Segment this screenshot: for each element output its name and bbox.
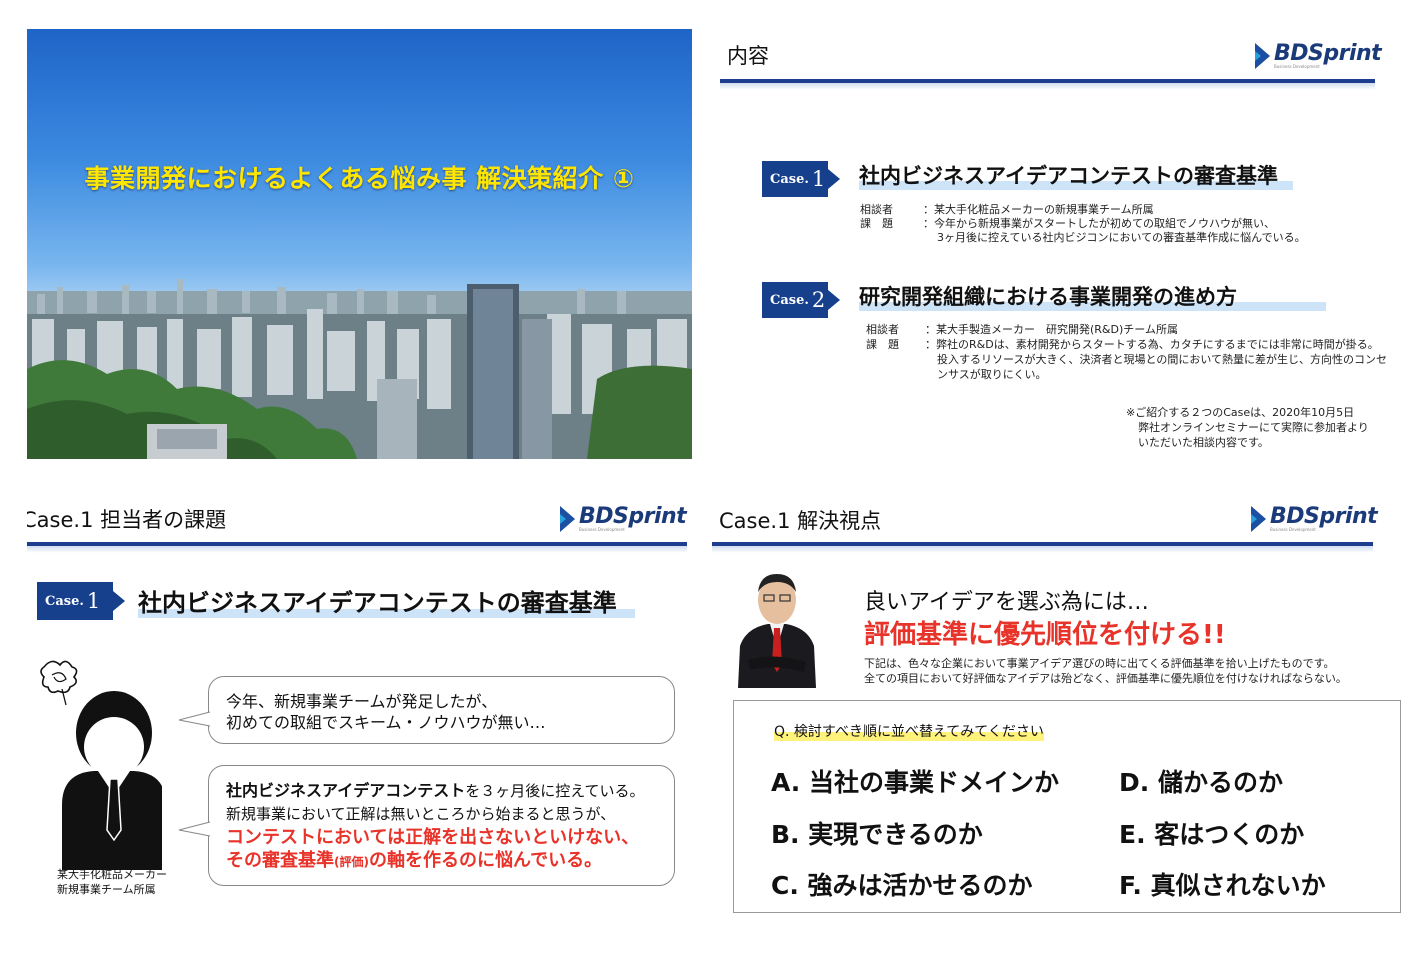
note-line-2: 弊社オンラインセミナーにて実際に参加者より: [1138, 421, 1369, 434]
case-title: 社内ビジネスアイデアコンテストの審査基準: [138, 583, 635, 618]
speech-bubble-1: 今年、新規事業チームが発足したが、 初めての取組でスキーム・ノウハウが無い…: [208, 676, 675, 744]
case-2-header: Case. 2: [762, 282, 840, 318]
option-e: E. 客はつくのか: [1119, 820, 1305, 849]
option-a: A. 当社の事業ドメインか: [771, 768, 1060, 797]
case-2-label-2: 課 題: [866, 338, 899, 351]
logo-arrow-icon: [1255, 43, 1270, 69]
option-d: D. 儲かるのか: [1119, 768, 1283, 797]
logo-arrow-icon: [560, 506, 575, 532]
case-arrow-icon: [113, 591, 125, 611]
header-rule-shadow: [27, 546, 687, 553]
case-1-value-1: ：某大手化粧品メーカーの新規事業チーム所属: [923, 203, 1154, 216]
slide-heading: 内容: [727, 44, 769, 68]
speech-bubble-2: 社内ビジネスアイデアコンテストを３ヶ月後に控えている。 新規事業において正解は無…: [208, 765, 675, 886]
option-b: B. 実現できるのか: [771, 820, 983, 849]
bubble-tail: [178, 711, 211, 727]
lead-text: 良いアイデアを選ぶ為には…: [864, 590, 1149, 615]
case-1-title: 社内ビジネスアイデアコンテストの審査基準: [859, 160, 1293, 190]
option-f: F. 真似されないか: [1119, 871, 1326, 900]
case-2-label-1: 相談者: [866, 323, 899, 336]
bdsprint-logo: BDSprint Business Development: [1251, 506, 1378, 532]
bubble-tail: [178, 821, 211, 837]
description: 下記は、色々な企業において事業アイデア選びの時に出てくる評価基準を拾い上げたもの…: [864, 657, 1347, 685]
consultant-photo: [734, 568, 820, 688]
case-arrow-icon: [828, 169, 840, 189]
case-1-header: Case. 1: [762, 161, 840, 197]
person-caption: 某大手化粧品メーカー 新規事業チーム所属: [57, 868, 167, 896]
case-2-title: 研究開発組織における事業開発の進め方: [859, 281, 1326, 311]
slide-2-contents: 内容 BDSprint Business Development Case. 1 社…: [712, 29, 1402, 459]
case-2-value-1: ：某大手製造メーカー 研究開発(R&D)チーム所属: [925, 323, 1178, 336]
slide-3-challenge: Case.1 担当者の課題 BDSprint Business Developme…: [27, 490, 692, 930]
header-rule-shadow: [712, 546, 1373, 553]
case-1-label-2: 課 題: [860, 217, 893, 230]
case-2-value-2a: ：弊社のR&Dは、素材開発からスタートする為、カタチにするまでには非常に時間が掛…: [925, 338, 1379, 351]
slide-4-solution: Case.1 解決視点 BDSprint Business Development…: [712, 490, 1402, 930]
headline-text: 評価基準に優先順位を付ける!!: [864, 620, 1226, 650]
slide-heading: Case.1 解決視点: [719, 509, 882, 533]
case-arrow-icon: [828, 290, 840, 310]
case-badge: Case. 1: [762, 161, 828, 197]
cover-title: 事業開発におけるよくある悩み事 解決策紹介 ①: [84, 164, 635, 193]
question-panel: Q. 検討すべき順に並べ替えてみてください A. 当社の事業ドメインか B. 実…: [733, 700, 1401, 913]
case-2-value-2b: 投入するリソースが大きく、決済者と現場との間において熱量に差が生じ、方向性のコン…: [937, 353, 1388, 366]
case-badge: Case. 1: [37, 582, 113, 620]
option-c: C. 強みは活かせるのか: [771, 871, 1033, 900]
worried-person-icon: [40, 660, 162, 870]
case-1-label-1: 相談者: [860, 203, 893, 216]
case-badge: Case. 2: [762, 282, 828, 318]
bdsprint-logo: BDSprint Business Development: [1255, 43, 1382, 69]
slide-1-cover: 事業開発におけるよくある悩み事 解決策紹介 ①: [27, 29, 692, 459]
header-rule-shadow: [720, 83, 1375, 90]
note-line-1: ※ご紹介する２つのCaseは、2020年10月5日: [1126, 406, 1355, 419]
case-1-value-2b: 3ヶ月後に控えている社内ビジコンにおいての審査基準作成に悩んでいる。: [937, 231, 1306, 244]
slide-heading: Case.1 担当者の課題: [27, 508, 227, 532]
case-1-value-2a: ：今年から新規事業がスタートしたが初めての取組でノウハウが無い、: [923, 217, 1275, 230]
bdsprint-logo: BDSprint Business Development: [560, 506, 687, 532]
logo-arrow-icon: [1251, 506, 1266, 532]
case-1-header: Case. 1: [37, 582, 125, 620]
case-2-value-2c: ンサスが取りにくい。: [937, 368, 1047, 381]
note-line-3: いただいた相談内容です。: [1138, 436, 1269, 449]
question-text: Q. 検討すべき順に並べ替えてみてください: [774, 721, 1044, 741]
city-skyline-image: [27, 279, 692, 459]
